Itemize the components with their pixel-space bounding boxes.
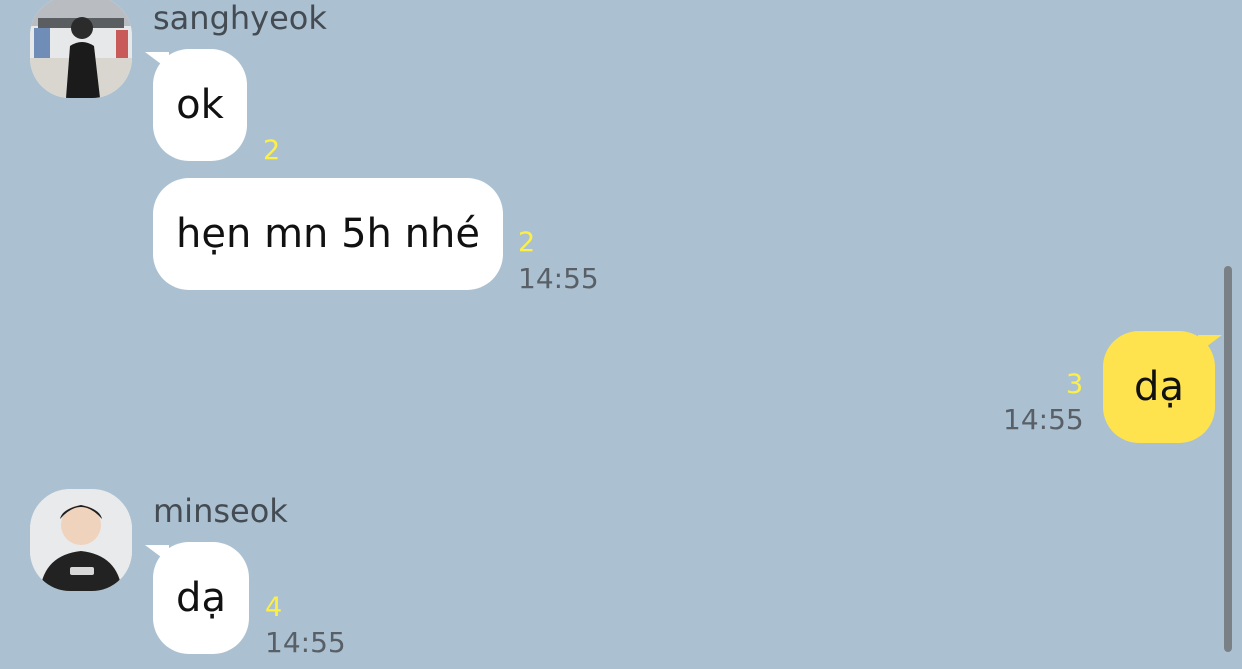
scrollbar[interactable] bbox=[1224, 266, 1232, 652]
my-message-bubble[interactable]: dạ bbox=[1103, 331, 1215, 443]
profile-photo-icon bbox=[30, 0, 132, 98]
message-text: dạ bbox=[1134, 364, 1184, 410]
message-bubble[interactable]: ok bbox=[153, 49, 247, 161]
unread-count: 2 bbox=[263, 135, 281, 166]
timestamp: 14:55 bbox=[1003, 403, 1084, 436]
message-text: ok bbox=[176, 82, 224, 128]
timestamp: 14:55 bbox=[265, 626, 346, 659]
timestamp: 14:55 bbox=[518, 262, 599, 295]
message-text: dạ bbox=[176, 575, 226, 621]
message-bubble[interactable]: dạ bbox=[153, 542, 249, 654]
unread-count: 3 bbox=[1066, 369, 1084, 400]
message-text: hẹn mn 5h nhé bbox=[176, 211, 480, 257]
sender-name: minseok bbox=[153, 492, 288, 530]
unread-count: 2 bbox=[518, 227, 536, 258]
avatar-sanghyeok[interactable] bbox=[30, 0, 132, 98]
avatar-minseok[interactable] bbox=[30, 489, 132, 591]
unread-count: 4 bbox=[265, 592, 283, 623]
profile-photo-icon bbox=[30, 489, 132, 591]
sender-name: sanghyeok bbox=[153, 0, 327, 37]
message-bubble[interactable]: hẹn mn 5h nhé bbox=[153, 178, 503, 290]
